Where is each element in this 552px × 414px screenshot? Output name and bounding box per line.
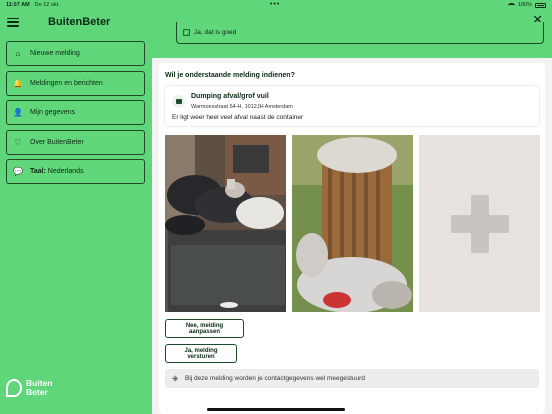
logo-mark-icon	[6, 379, 22, 397]
sidebar-item-messages[interactable]: 🔔 Meldingen en berichten	[6, 70, 145, 96]
wifi-icon	[507, 2, 515, 8]
report-category: Dumping afval/grof vuil	[191, 93, 269, 100]
buitenbeter-logo: Buiten Beter	[6, 379, 52, 397]
contact-icon: ⎈	[172, 373, 179, 383]
send-report-button[interactable]: Ja, melding versturen	[165, 344, 237, 363]
heart-icon: ♡	[14, 137, 22, 147]
checkbox-checked-icon: ✓	[183, 29, 190, 36]
battery-icon	[535, 2, 546, 8]
edit-report-button[interactable]: Nee, melding aanpassen	[165, 319, 244, 338]
report-address: Warmoesstraat 64-H, 1012JH Amsterdam	[191, 104, 293, 110]
confirm-option[interactable]: ✓ Ja, dat is goed	[176, 22, 544, 44]
sidebar-item-about[interactable]: ♡ Over BuitenBeter	[6, 129, 145, 155]
home-indicator[interactable]	[207, 408, 345, 411]
add-photo-button[interactable]	[419, 135, 540, 312]
main-content: ✕ ✓ Ja, dat is goed Wil je onderstaande …	[152, 0, 552, 414]
logo-text: Buiten Beter	[26, 379, 52, 397]
multitasking-dots-icon[interactable]: •••	[270, 1, 280, 8]
app-title: BuitenBeter	[48, 16, 111, 28]
notice-text: Bij deze melding worden je contactgegeve…	[185, 375, 365, 382]
battery-percent: 100%	[517, 2, 532, 8]
photo-gallery	[165, 135, 540, 312]
submit-panel: Wil je onderstaande melding indienen? Du…	[159, 63, 545, 414]
sidebar-item-label: Over BuitenBeter	[30, 138, 84, 146]
confirm-label: Ja, dat is goed	[194, 29, 237, 36]
sidebar: BuitenBeter ⌂ Nieuwe melding 🔔 Meldingen…	[0, 10, 152, 414]
status-right: 100%	[507, 2, 546, 8]
sidebar-header: BuitenBeter	[0, 10, 152, 34]
sidebar-item-label: Meldingen en berichten	[30, 79, 103, 87]
report-description: Er ligt weer heel veel afval naast de co…	[172, 114, 304, 121]
plus-icon	[450, 194, 509, 253]
photo-trash-container[interactable]	[165, 135, 286, 312]
language-icon: 💬	[13, 167, 23, 176]
home-icon: ⌂	[15, 49, 21, 58]
status-time: 11:07 AM	[6, 2, 30, 8]
sidebar-item-my-details[interactable]: 👤 Mijn gegevens	[6, 100, 145, 125]
status-bar: 11:07 AM Do 12 okt. ••• 100%	[0, 0, 552, 10]
sidebar-item-new-report[interactable]: ⌂ Nieuwe melding	[6, 41, 145, 66]
photo-trash-bin[interactable]	[292, 135, 413, 312]
user-icon: 👤	[13, 108, 23, 117]
status-date: Do 12 okt.	[34, 2, 60, 8]
report-summary-card: Dumping afval/grof vuil Warmoesstraat 64…	[165, 86, 539, 126]
panel-question: Wil je onderstaande melding indienen?	[165, 72, 295, 79]
sidebar-item-language[interactable]: 💬 Taal: Nederlands	[6, 159, 145, 184]
sidebar-item-label-bold: Taal:	[30, 168, 46, 175]
sidebar-item-label: Mijn gegevens	[30, 109, 76, 116]
logo-line-2: Beter	[26, 387, 48, 397]
hamburger-menu-icon[interactable]	[7, 17, 19, 27]
category-truck-icon	[172, 95, 185, 108]
contact-info-notice: ⎈ Bij deze melding worden je contactgege…	[165, 369, 539, 388]
sidebar-item-label: Nederlands	[45, 168, 84, 175]
sidebar-item-label: Nieuwe melding	[30, 50, 80, 57]
bell-icon: 🔔	[13, 78, 23, 88]
sidebar-menu: ⌂ Nieuwe melding 🔔 Meldingen en berichte…	[6, 41, 145, 189]
